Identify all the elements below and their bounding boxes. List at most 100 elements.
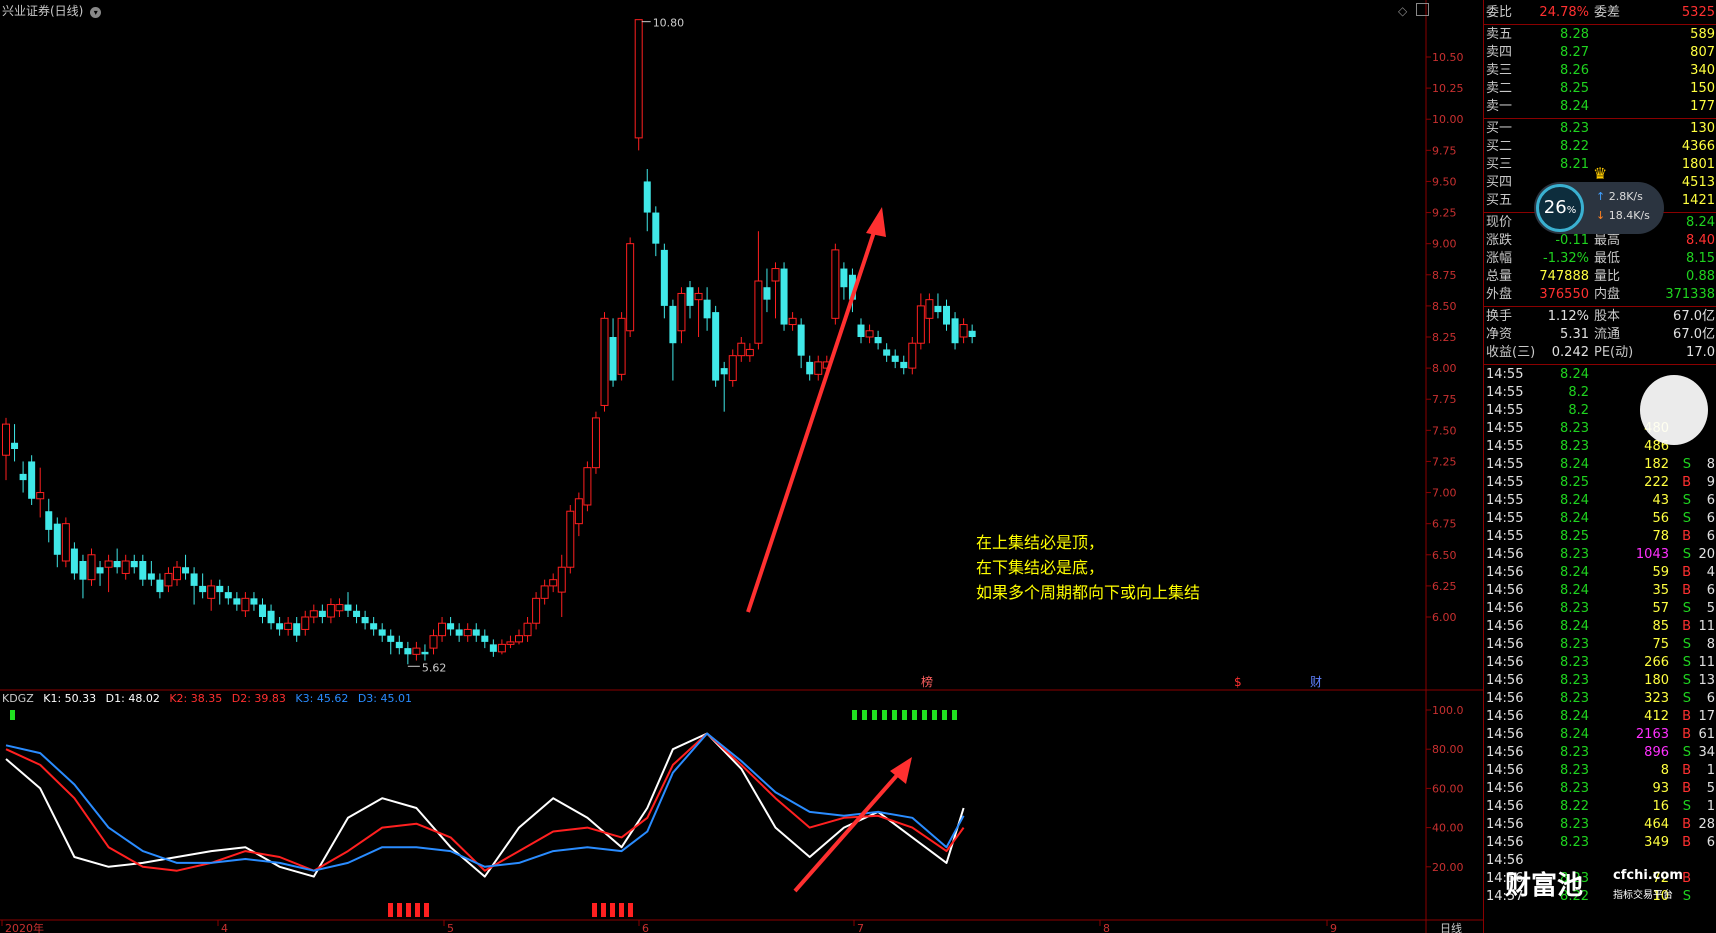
candle-body[interactable] — [224, 592, 232, 599]
candle-body[interactable] — [959, 324, 968, 338]
candle-body[interactable] — [267, 610, 275, 624]
candle-body[interactable] — [361, 617, 369, 624]
candle-body[interactable] — [121, 560, 130, 574]
tick-row[interactable]: 14:56 8.23 323 S 6 — [1484, 690, 1716, 708]
candle-body[interactable] — [968, 330, 976, 337]
tick-row[interactable]: 14:56 8.24 412 B 17 — [1484, 708, 1716, 726]
candle-body[interactable] — [455, 629, 463, 636]
tick-row[interactable]: 14:56 8.24 2163 B 61 — [1484, 726, 1716, 744]
candle-body[interactable] — [591, 417, 600, 469]
tick-row[interactable]: 14:55 8.24 182 S 8 — [1484, 456, 1716, 474]
candle-body[interactable] — [916, 305, 925, 344]
candle-body[interactable] — [70, 548, 78, 574]
candle-body[interactable] — [669, 305, 677, 344]
candle-body[interactable] — [652, 212, 660, 244]
candle-body[interactable] — [182, 567, 190, 574]
chart-area[interactable]: 10.50 10.25 10.00 9.75 9.50 9.25 9.00 8.75 8.50 8… — [0, 0, 1483, 933]
tick-row[interactable]: 14:55 8.25 78 B 6 — [1484, 528, 1716, 546]
candle-body[interactable] — [549, 579, 558, 587]
candle-body[interactable] — [489, 644, 497, 652]
candle-body[interactable] — [857, 324, 865, 337]
candle-body[interactable] — [532, 597, 541, 624]
candle-body[interactable] — [677, 292, 686, 332]
candle-body[interactable] — [421, 651, 429, 655]
candle-body[interactable] — [900, 361, 908, 369]
candle-body[interactable] — [378, 629, 386, 636]
candle-body[interactable] — [865, 330, 874, 338]
tick-row[interactable]: 14:56 8.23 57 S 5 — [1484, 600, 1716, 618]
candle-body[interactable] — [216, 585, 224, 593]
candle-body[interactable] — [156, 579, 164, 593]
candle-body[interactable] — [61, 523, 70, 562]
candle-body[interactable] — [79, 561, 87, 580]
candle-body[interactable] — [831, 249, 840, 319]
candle-body[interactable] — [797, 324, 805, 356]
event-marker-cai[interactable]: 财 — [1310, 675, 1322, 689]
event-marker-bang[interactable]: 榜 — [921, 674, 933, 689]
tick-row[interactable]: 14:56 8.23 75 S 8 — [1484, 636, 1716, 654]
candle-body[interactable] — [199, 585, 207, 593]
candle-body[interactable] — [104, 560, 113, 568]
candle-body[interactable] — [147, 573, 155, 580]
candle-body[interactable] — [566, 510, 575, 568]
candle-body[interactable] — [712, 312, 720, 381]
candle-body[interactable] — [139, 561, 147, 580]
candle-body[interactable] — [284, 622, 293, 630]
candle-body[interactable] — [506, 641, 515, 645]
candle-body[interactable] — [557, 566, 566, 593]
stat-row[interactable]: 涨幅 -1.32% 最低 8.15 — [1484, 250, 1716, 268]
candle-body[interactable] — [934, 305, 942, 313]
candle-body[interactable] — [2, 423, 10, 456]
candle-body[interactable] — [891, 355, 899, 362]
candle-body[interactable] — [600, 317, 609, 406]
candle-body[interactable] — [326, 604, 335, 618]
candle-body[interactable] — [472, 629, 480, 636]
candle-body[interactable] — [387, 635, 395, 642]
diamond-icon[interactable]: ◇ — [1398, 4, 1407, 18]
candle-body[interactable] — [908, 342, 917, 369]
candle-body[interactable] — [447, 623, 455, 630]
candle-body[interactable] — [583, 467, 592, 506]
tick-row[interactable]: 14:55 8.25 222 B 9 — [1484, 474, 1716, 492]
candle-body[interactable] — [515, 635, 523, 643]
candle-body[interactable] — [806, 361, 814, 375]
candle-body[interactable] — [754, 280, 763, 344]
indicator-name[interactable]: KDGZ — [2, 692, 34, 705]
candle-body[interactable] — [481, 635, 489, 642]
tick-row[interactable]: 14:56 8.24 35 B 6 — [1484, 582, 1716, 600]
stat-row[interactable]: 收益(三) 0.242 PE(动) 17.0 — [1484, 344, 1716, 362]
candle-body[interactable] — [276, 623, 284, 630]
tick-row[interactable]: 14:56 8.23 8 B 1 — [1484, 762, 1716, 780]
ask-row[interactable]: 卖四 8.27 807 — [1484, 44, 1716, 62]
candle-body[interactable] — [190, 573, 198, 586]
candle-body[interactable] — [728, 355, 737, 382]
candle-body[interactable] — [634, 19, 643, 139]
candle-body[interactable] — [780, 268, 788, 325]
candle-body[interactable] — [395, 641, 403, 649]
candle-body[interactable] — [318, 610, 326, 617]
candle-body[interactable] — [207, 585, 216, 599]
candle-body[interactable] — [609, 337, 617, 381]
ask-row[interactable]: 卖二 8.25 150 — [1484, 80, 1716, 98]
candle-body[interactable] — [660, 249, 668, 306]
candle-body[interactable] — [540, 585, 549, 599]
candle-body[interactable] — [497, 643, 506, 653]
candle-body[interactable] — [293, 623, 301, 636]
kline-chart[interactable]: 10.50 10.25 10.00 9.75 9.50 9.25 9.00 8.75 8.50 8… — [0, 0, 1483, 933]
candle-body[interactable] — [259, 604, 266, 617]
tick-row[interactable]: 14:56 8.23 93 B 5 — [1484, 780, 1716, 798]
candle-body[interactable] — [113, 561, 121, 568]
candle-body[interactable] — [737, 342, 746, 357]
bid-row[interactable]: 买一 8.23 130 — [1484, 120, 1716, 138]
stat-row[interactable]: 总量 747888 量比 0.88 — [1484, 268, 1716, 286]
tick-row[interactable]: 14:56 8.24 59 B 4 — [1484, 564, 1716, 582]
order-ratio-row[interactable]: 委比 24.78% 委差 5325 — [1484, 4, 1716, 22]
candle-body[interactable] — [28, 461, 36, 499]
tick-row[interactable]: 14:55 8.24 56 S 6 — [1484, 510, 1716, 528]
candle-body[interactable] — [703, 299, 711, 319]
candle-body[interactable] — [438, 622, 447, 637]
candle-body[interactable] — [404, 648, 412, 655]
tick-row[interactable]: 14:56 8.23 180 S 13 — [1484, 672, 1716, 690]
candle-body[interactable] — [335, 604, 344, 612]
candle-body[interactable] — [11, 442, 19, 449]
